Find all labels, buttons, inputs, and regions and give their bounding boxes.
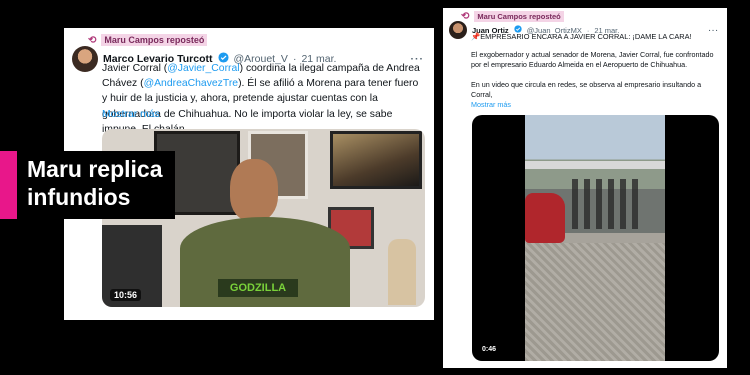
caption-line-1: Maru replica xyxy=(27,156,163,182)
tweet-headline: 📌EMPRESARIO ENCARA A JAVIER CORRAL: ¡DAM… xyxy=(471,32,692,41)
tweet-paragraph-1: El exgobernador y actual senador de More… xyxy=(471,50,714,70)
airport-canopy xyxy=(525,161,665,169)
repost-icon: ⟲ xyxy=(88,34,97,46)
red-car xyxy=(525,193,565,243)
video-duration: 10:56 xyxy=(110,289,142,301)
shirt-print: GODZILLA xyxy=(218,279,298,297)
pavement-pattern xyxy=(525,243,665,361)
show-more-link[interactable]: Mostrar más xyxy=(471,100,511,109)
figurine xyxy=(388,239,416,305)
show-more-link[interactable]: Mostrar más xyxy=(102,109,160,120)
person-head xyxy=(230,159,278,221)
mention-link[interactable]: @AndreaChavezTre xyxy=(144,78,239,89)
caption-line-2: infundios xyxy=(27,184,131,210)
more-options-icon[interactable]: ··· xyxy=(709,26,720,35)
avatar[interactable] xyxy=(72,46,98,72)
mention-link[interactable]: @Javier_Corral xyxy=(167,63,239,74)
repost-indicator: ⟲ Maru Campos reposteó xyxy=(88,34,208,46)
shirt-print-text: GODZILLA xyxy=(229,282,287,294)
repost-label: Maru Campos reposteó xyxy=(101,34,208,46)
people-group xyxy=(572,179,642,229)
text-segment: Javier Corral ( xyxy=(102,63,168,74)
avatar[interactable] xyxy=(449,21,467,39)
caption-box: Maru replica infundios xyxy=(17,151,175,219)
tweet-paragraph-2: En un video que circula en redes, se obs… xyxy=(471,80,702,100)
video-player[interactable]: 0:46 xyxy=(472,115,719,361)
tweet-text: Javier Corral (@Javier_Corral) coordina … xyxy=(102,61,422,137)
caption-accent-bar xyxy=(0,151,17,219)
painting-right xyxy=(330,131,422,189)
video-duration: 0:46 xyxy=(482,346,497,353)
caption-banner: Maru replica infundios xyxy=(0,151,175,219)
tweet-card-right[interactable]: ⟲ Maru Campos reposteó Juan Ortiz @Juan_… xyxy=(443,8,727,368)
